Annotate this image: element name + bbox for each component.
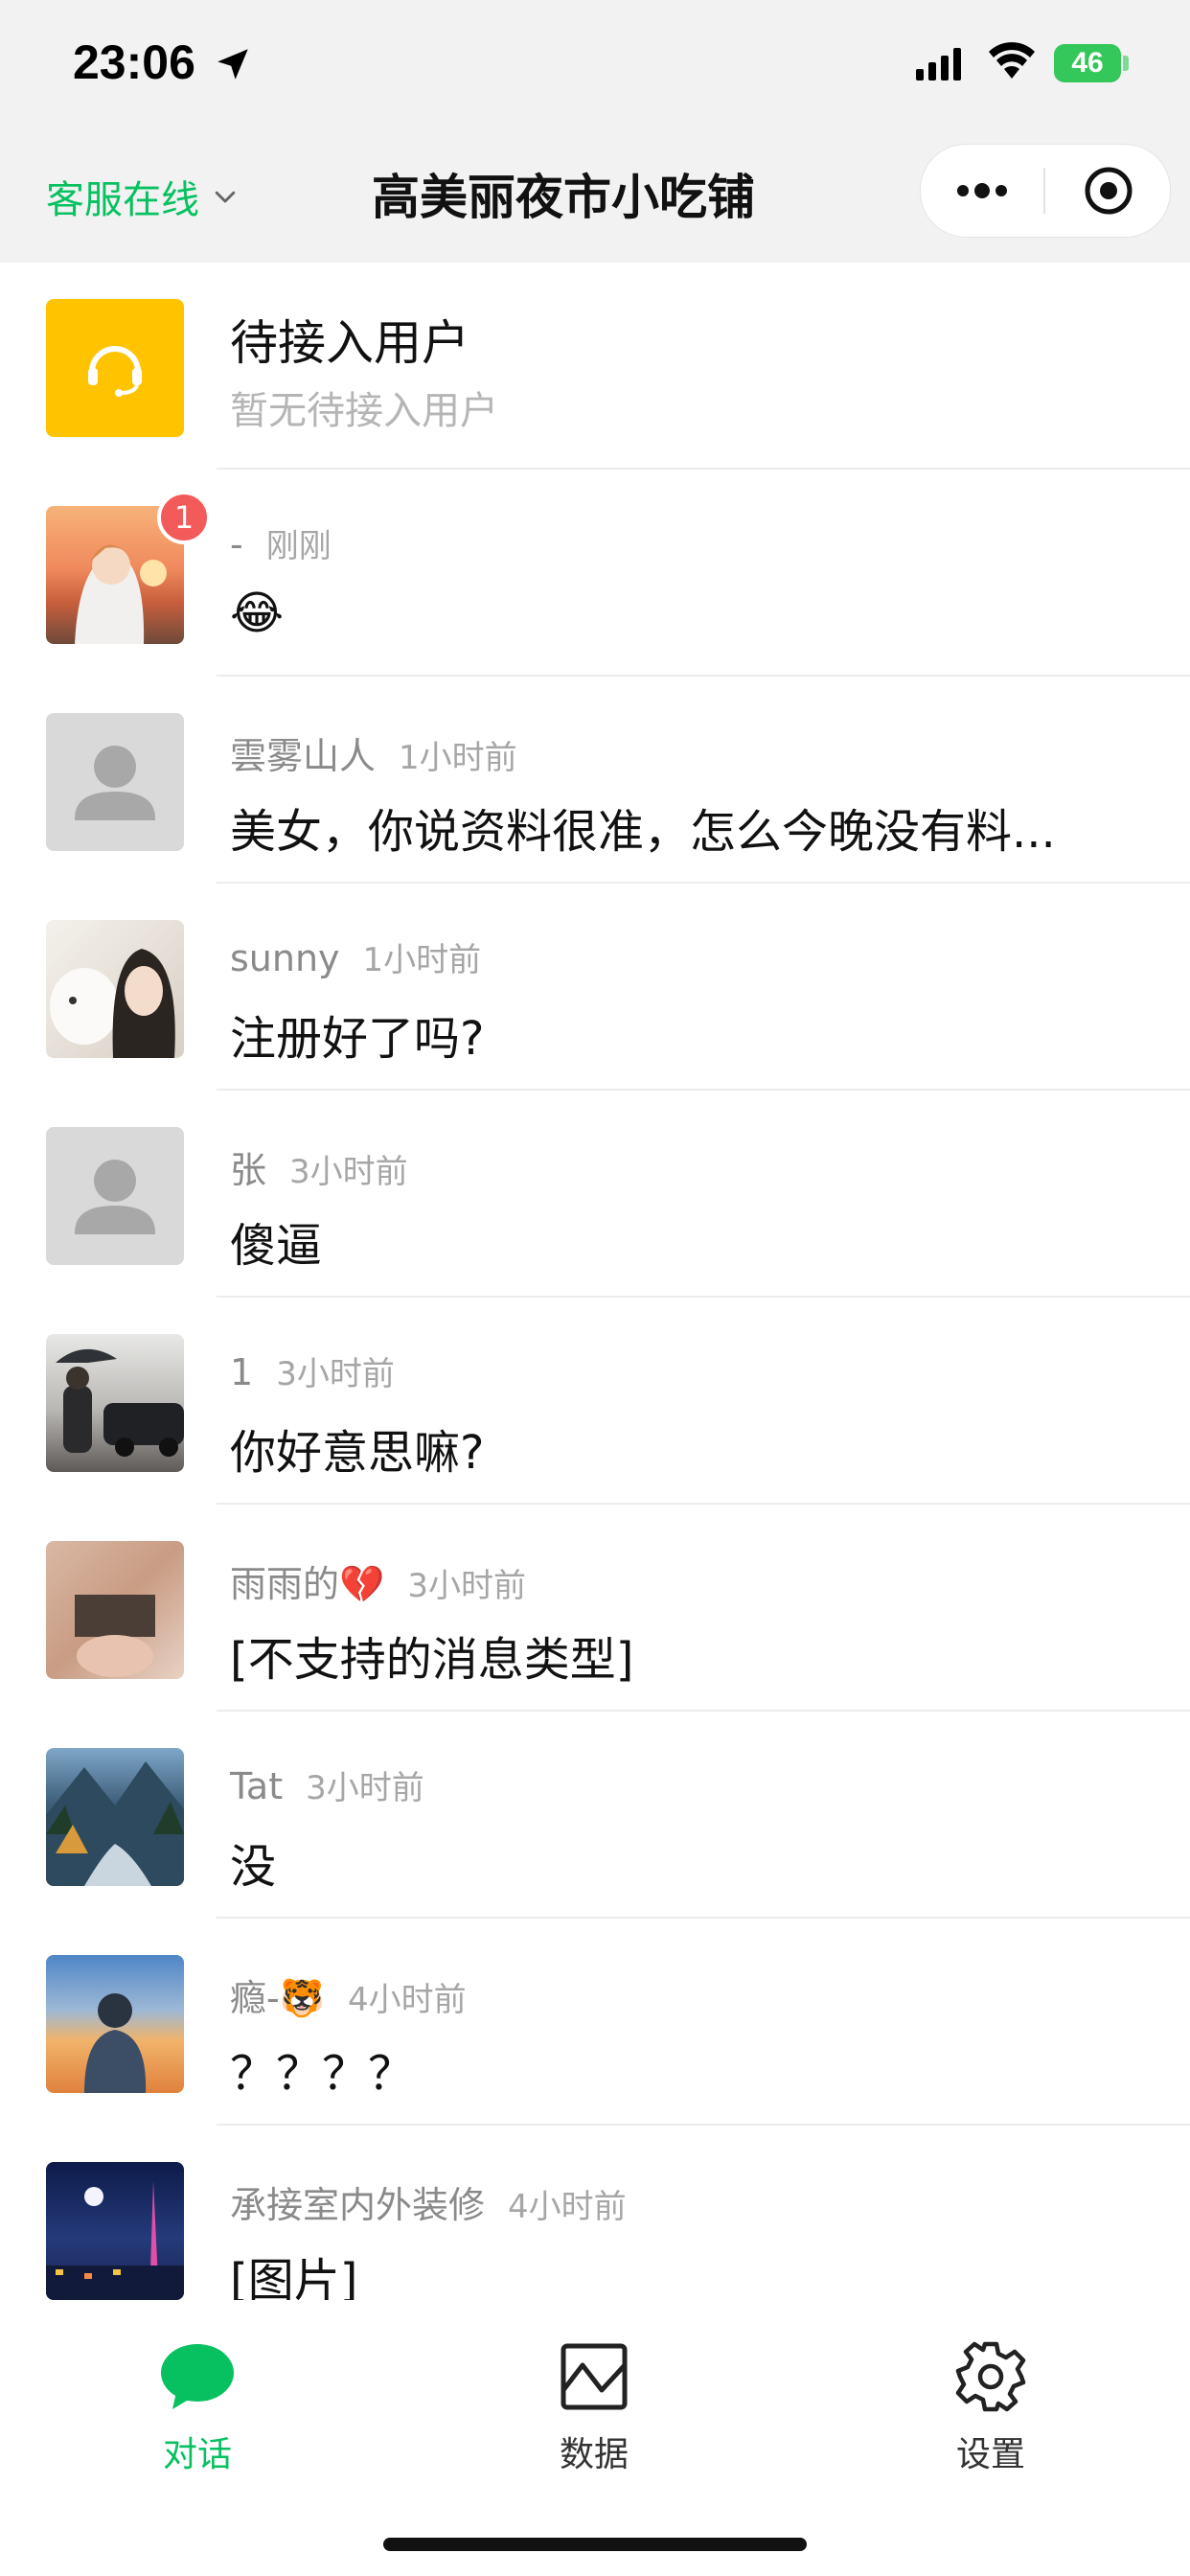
avatar xyxy=(46,1334,184,1472)
contact-name: 1 xyxy=(230,1351,254,1393)
headset-avatar xyxy=(46,299,184,437)
tab-label: 数据 xyxy=(559,2435,629,2474)
conversation-list: 待接入用户 暂无待接入用户 1 - 刚刚 😂 雲雾山人 1小时前 美女，你说资料… xyxy=(0,263,1190,2333)
avatar-image xyxy=(46,1761,184,1886)
message-time: 1小时前 xyxy=(399,739,517,777)
message-time: 4小时前 xyxy=(508,2188,627,2226)
pending-users-row[interactable]: 待接入用户 暂无待接入用户 xyxy=(0,263,1190,470)
gear-icon xyxy=(955,2341,1026,2412)
avatar-image xyxy=(50,949,175,1058)
avatar xyxy=(46,1541,184,1679)
top-bar: 23:06 46 客服在线 高美丽夜市小吃铺 xyxy=(0,0,1190,263)
conversation-row[interactable]: sunny 1小时前 注册好了吗? xyxy=(0,884,1190,1091)
default-avatar xyxy=(46,1127,184,1265)
last-message: ？？？？ xyxy=(230,2047,415,2101)
default-avatar xyxy=(46,713,184,851)
contact-name: Tat xyxy=(230,1765,284,1807)
message-time: 4小时前 xyxy=(348,1981,467,2019)
avatar xyxy=(46,2162,184,2300)
last-message: [不支持的消息类型] xyxy=(230,1633,634,1687)
last-message: 😂 xyxy=(230,586,285,640)
contact-name: 雲雾山人 xyxy=(230,735,377,777)
last-message: 注册好了吗? xyxy=(230,1012,485,1066)
chat-bubble-icon xyxy=(161,2344,234,2409)
location-arrow-icon xyxy=(217,49,248,80)
close-target-icon[interactable] xyxy=(1084,166,1133,216)
person-placeholder-icon xyxy=(75,1160,155,1234)
last-message: 没 xyxy=(230,1840,277,1894)
message-time: 1小时前 xyxy=(362,941,482,979)
more-dots-icon[interactable] xyxy=(953,172,1011,210)
conversation-row[interactable]: 雨雨的💔 3小时前 [不支持的消息类型] xyxy=(0,1505,1190,1712)
conversation-row[interactable]: 1 3小时前 你好意思嘛? xyxy=(0,1298,1190,1505)
avatar-image xyxy=(56,1348,184,1457)
message-time: 3小时前 xyxy=(407,1567,526,1605)
tab-label: 对话 xyxy=(162,2435,232,2474)
page-title: 高美丽夜市小吃铺 xyxy=(372,170,755,225)
headset-icon xyxy=(88,346,142,397)
last-message: 美女，你说资料很准，怎么今晚没有料... xyxy=(230,805,1056,859)
contact-name: - xyxy=(230,523,243,565)
contact-name: 承接室内外装修 xyxy=(230,2184,486,2226)
tab-chat[interactable]: 对话 xyxy=(102,2338,293,2476)
message-time: 3小时前 xyxy=(289,1153,408,1191)
unread-badge: 1 xyxy=(157,491,211,544)
message-time: 3小时前 xyxy=(276,1355,395,1393)
last-message: 你好意思嘛? xyxy=(230,1426,485,1480)
contact-name: 雨雨的💔 xyxy=(230,1563,385,1605)
status-time: 23:06 xyxy=(73,35,195,89)
person-placeholder-icon xyxy=(75,746,155,820)
avatar-image xyxy=(75,1595,155,1677)
avatar-image xyxy=(84,1993,147,2093)
service-status-label: 客服在线 xyxy=(46,178,199,222)
tab-label: 设置 xyxy=(955,2435,1025,2474)
bottom-tab-bar: 对话 数据 设置 xyxy=(0,2300,1190,2576)
capsule-divider xyxy=(1043,168,1045,214)
home-indicator xyxy=(383,2538,807,2551)
conversation-row[interactable]: 雲雾山人 1小时前 美女，你说资料很准，怎么今晚没有料... xyxy=(0,677,1190,884)
message-time: 刚刚 xyxy=(265,527,332,565)
message-time: 3小时前 xyxy=(306,1769,424,1807)
contact-name: 瘾-🐯 xyxy=(230,1977,326,2019)
wifi-icon xyxy=(989,42,1035,79)
conversation-row[interactable]: 1 - 刚刚 😂 xyxy=(0,470,1190,677)
chart-icon xyxy=(561,2343,628,2410)
service-status-dropdown[interactable]: 客服在线 xyxy=(46,169,240,224)
cellular-signal-icon xyxy=(916,48,961,80)
avatar-image xyxy=(46,2181,184,2300)
last-message: 傻逼 xyxy=(230,1219,323,1273)
pending-subtitle: 暂无待接入用户 xyxy=(230,389,498,433)
app-root: 23:06 46 客服在线 高美丽夜市小吃铺 待接入用户 暂无待接入用户 1 -… xyxy=(0,0,1190,2576)
conversation-row[interactable]: 张 3小时前 傻逼 xyxy=(0,1091,1190,1298)
conversation-row[interactable]: Tat 3小时前 没 xyxy=(0,1712,1190,1919)
battery-cap xyxy=(1123,56,1129,71)
battery-indicator: 46 xyxy=(1054,44,1121,82)
chevron-down-icon xyxy=(215,191,236,203)
tab-data[interactable]: 数据 xyxy=(498,2338,690,2476)
tab-settings[interactable]: 设置 xyxy=(895,2338,1087,2476)
conversation-row[interactable]: 瘾-🐯 4小时前 ？？？？ xyxy=(0,1919,1190,2126)
avatar xyxy=(46,1955,184,2093)
contact-name: 张 xyxy=(230,1149,267,1191)
avatar xyxy=(46,920,184,1058)
battery-level: 46 xyxy=(1071,47,1104,79)
contact-name: sunny xyxy=(230,937,340,979)
avatar xyxy=(46,1748,184,1886)
mini-program-capsule xyxy=(920,144,1171,238)
pending-title: 待接入用户 xyxy=(230,315,469,371)
